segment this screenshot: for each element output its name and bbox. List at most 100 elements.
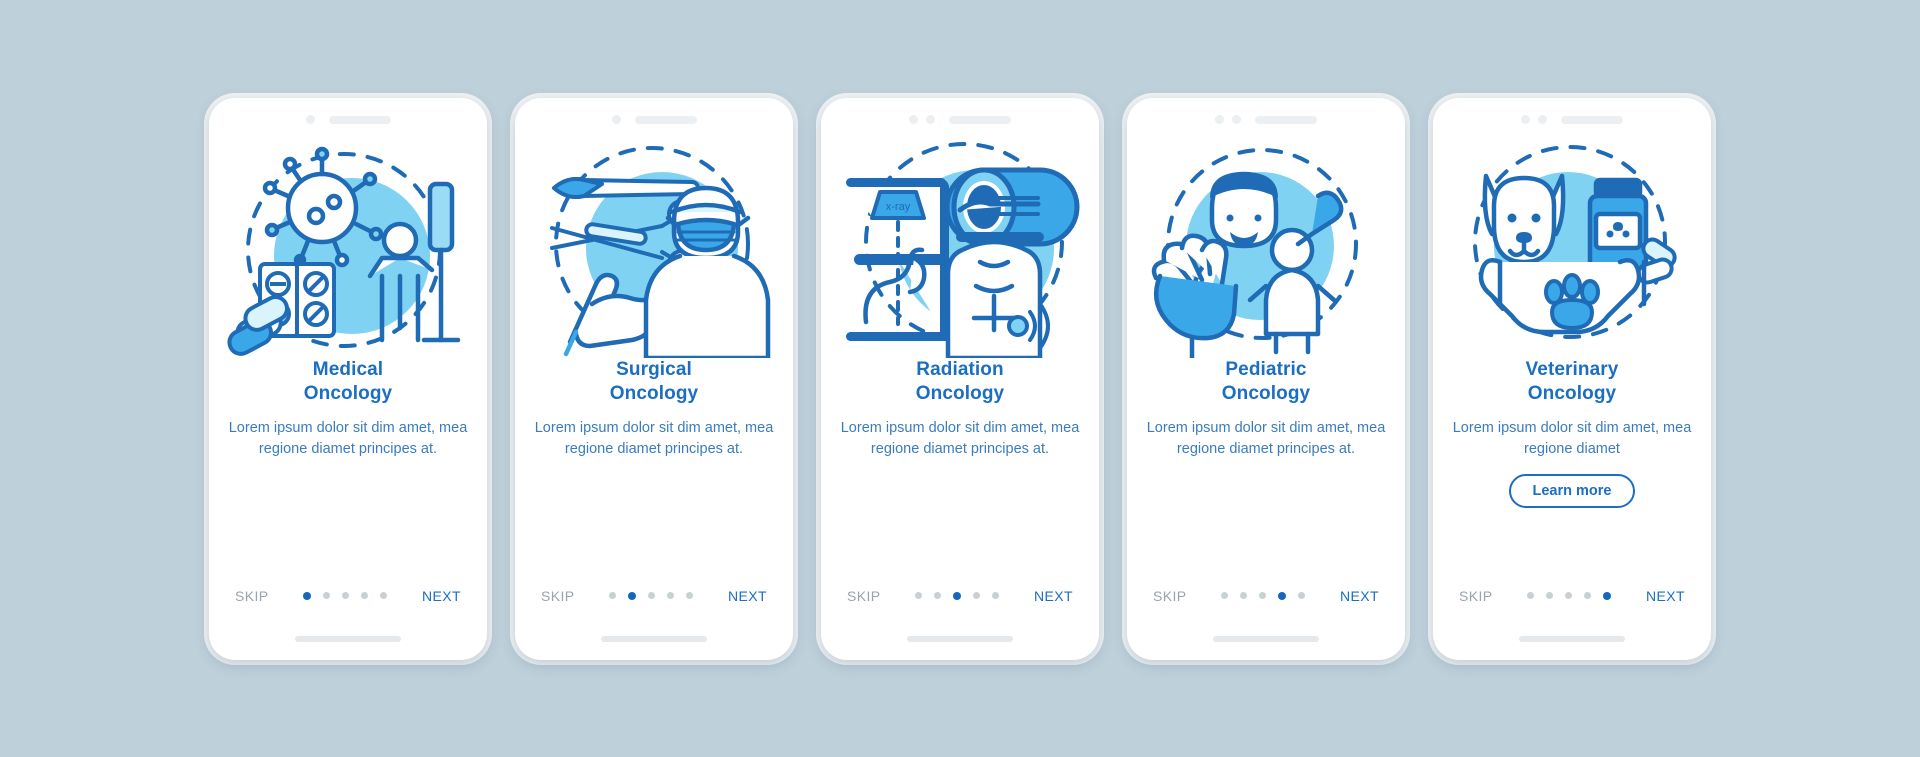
page-dot-3[interactable] [953, 591, 962, 600]
speaker-bar-icon [328, 115, 391, 124]
next-button[interactable]: NEXT [728, 588, 767, 604]
page-dot-2[interactable] [1546, 592, 1554, 599]
learn-more-button[interactable]: Learn more [1508, 474, 1636, 509]
speaker-bar-icon [949, 115, 1011, 124]
onboarding-nav: SKIP NEXT [1127, 588, 1405, 604]
phone-screen-pediatric-oncology: Pediatric Oncology Lorem ipsum dolor sit… [1127, 97, 1405, 660]
skip-button[interactable]: SKIP [847, 588, 881, 604]
onboarding-nav: SKIP NEXT [515, 588, 793, 604]
page-dot-2[interactable] [934, 592, 942, 599]
title-line-1: Medical [312, 358, 384, 380]
page-dot-4[interactable] [361, 592, 369, 599]
onboarding-nav: SKIP NEXT [1433, 588, 1711, 604]
phone-screen-surgical-oncology: Surgical Oncology Lorem ipsum dolor sit … [515, 97, 793, 660]
illustration-dog-pill-bottle-paw-hands [1448, 136, 1696, 358]
page-dot-5[interactable] [1603, 591, 1612, 600]
camera-icon [611, 115, 621, 124]
page-dot-4[interactable] [973, 592, 981, 599]
text-block: Medical Oncology Lorem ipsum dolor sit d… [209, 358, 487, 461]
phone-notch [515, 98, 793, 132]
page-dots [303, 591, 388, 600]
onboarding-screens-board: Medical Oncology Lorem ipsum dolor sit d… [0, 0, 1920, 757]
page-dot-1[interactable] [915, 592, 923, 599]
home-indicator [907, 635, 1013, 642]
skip-button[interactable]: SKIP [541, 588, 575, 604]
page-dot-5[interactable] [1298, 592, 1306, 599]
learn-more-wrap: Learn more [1451, 474, 1693, 509]
phone-screen-medical-oncology: Medical Oncology Lorem ipsum dolor sit d… [209, 97, 487, 660]
title-line-2: Oncology [303, 382, 393, 404]
screen-title: Veterinary Oncology [1451, 358, 1693, 407]
page-dot-1[interactable] [1221, 592, 1229, 599]
home-indicator [1213, 635, 1319, 642]
camera-icon [909, 115, 918, 124]
page-dots [1221, 591, 1306, 600]
screen-description: Lorem ipsum dolor sit dim amet, mea regi… [228, 420, 468, 458]
speaker-bar-icon [634, 115, 697, 124]
title-line-2: Oncology [1527, 382, 1617, 404]
text-block: Pediatric Oncology Lorem ipsum dolor sit… [1127, 358, 1405, 461]
page-dot-2[interactable] [323, 592, 331, 599]
camera-icon [1521, 115, 1530, 124]
onboarding-nav: SKIP NEXT [209, 588, 487, 604]
page-dot-4[interactable] [667, 592, 675, 599]
next-button[interactable]: NEXT [1034, 588, 1073, 604]
page-dot-3[interactable] [1565, 592, 1573, 599]
title-line-1: Pediatric [1225, 358, 1307, 380]
illustration-xray-ct-scanner-torso: x-ray [836, 136, 1084, 358]
page-dot-1[interactable] [1527, 592, 1535, 599]
title-line-1: Radiation [916, 358, 1004, 380]
page-dot-5[interactable] [992, 592, 1000, 599]
speaker-bar-icon [1255, 115, 1317, 124]
title-line-1: Surgical [616, 358, 692, 380]
home-indicator [1519, 635, 1625, 642]
sensor-icon [926, 115, 935, 124]
phone-screen-radiation-oncology: x-ray Radiation Oncology Lorem ipsum dol… [821, 97, 1099, 660]
next-button[interactable]: NEXT [1340, 588, 1379, 604]
phone-notch [1127, 98, 1405, 132]
phone-notch [821, 98, 1099, 132]
page-dot-5[interactable] [686, 592, 694, 599]
speaker-bar-icon [1561, 115, 1623, 124]
page-dots [609, 591, 694, 600]
screen-title: Medical Oncology [227, 358, 469, 407]
next-button[interactable]: NEXT [1646, 588, 1685, 604]
home-indicator [295, 635, 401, 642]
title-line-2: Oncology [609, 382, 699, 404]
page-dot-3[interactable] [1259, 592, 1267, 599]
phone-screen-veterinary-oncology: Veterinary Oncology Lorem ipsum dolor si… [1433, 97, 1711, 660]
screen-description: Lorem ipsum dolor sit dim amet, mea regi… [1452, 420, 1692, 458]
next-button[interactable]: NEXT [422, 588, 461, 604]
illustration-doctor-child-hand [1142, 136, 1390, 358]
page-dot-3[interactable] [648, 592, 656, 599]
page-dot-1[interactable] [303, 591, 312, 600]
title-line-1: Veterinary [1525, 358, 1619, 380]
page-dots [915, 591, 1000, 600]
camera-icon [1215, 115, 1224, 124]
page-dots [1527, 591, 1612, 600]
text-block: Veterinary Oncology Lorem ipsum dolor si… [1433, 358, 1711, 509]
page-dot-2[interactable] [628, 591, 637, 600]
page-dot-3[interactable] [342, 592, 350, 599]
sensor-icon [1538, 115, 1547, 124]
page-dot-2[interactable] [1240, 592, 1248, 599]
home-indicator [601, 635, 707, 642]
phone-notch [1433, 98, 1711, 132]
page-dot-1[interactable] [609, 592, 617, 599]
page-dot-4[interactable] [1278, 591, 1287, 600]
skip-button[interactable]: SKIP [235, 588, 269, 604]
illustration-virus-pills-patient-iv [224, 136, 472, 358]
onboarding-nav: SKIP NEXT [821, 588, 1099, 604]
page-dot-4[interactable] [1584, 592, 1592, 599]
sensor-icon [1232, 115, 1241, 124]
screen-description: Lorem ipsum dolor sit dim amet, mea regi… [1146, 420, 1386, 458]
skip-button[interactable]: SKIP [1459, 588, 1493, 604]
skip-button[interactable]: SKIP [1153, 588, 1187, 604]
title-line-2: Oncology [915, 382, 1005, 404]
screen-title: Surgical Oncology [533, 358, 775, 407]
camera-icon [305, 115, 315, 124]
screen-title: Radiation Oncology [839, 358, 1081, 407]
screen-title: Pediatric Oncology [1145, 358, 1387, 407]
page-dot-5[interactable] [380, 592, 388, 599]
screen-description: Lorem ipsum dolor sit dim amet, mea regi… [840, 420, 1080, 458]
